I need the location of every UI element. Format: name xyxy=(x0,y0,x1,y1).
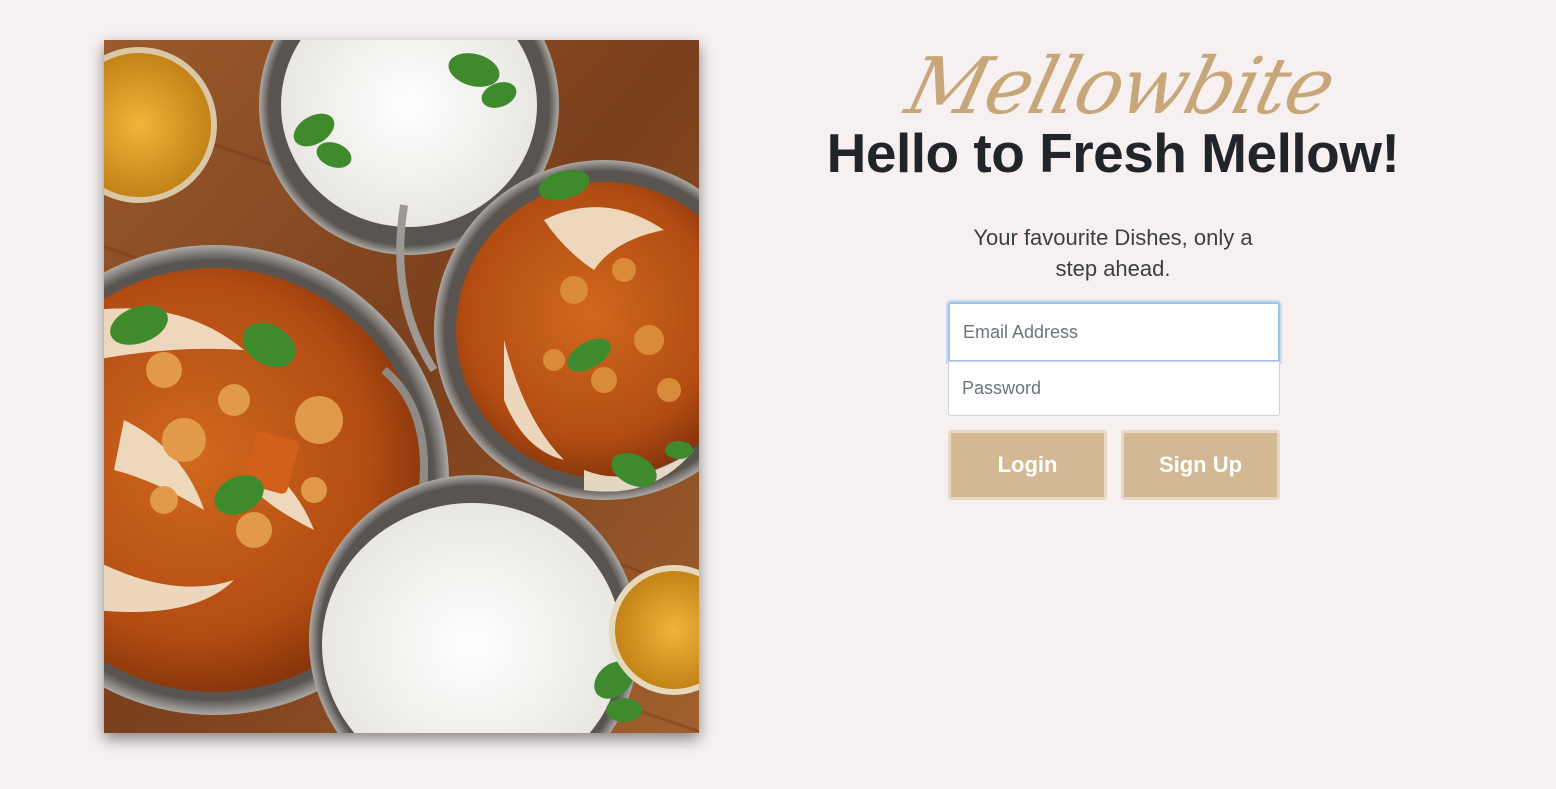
signup-button[interactable]: Sign Up xyxy=(1121,430,1280,500)
login-form xyxy=(948,302,1280,416)
login-page: Mellowbite Hello to Fresh Mellow! Your f… xyxy=(0,0,1556,789)
login-button[interactable]: Login xyxy=(948,430,1107,500)
action-buttons: Login Sign Up xyxy=(948,430,1280,500)
password-field[interactable] xyxy=(948,361,1280,416)
email-field[interactable] xyxy=(948,302,1280,362)
food-photo-illustration xyxy=(104,40,699,733)
tagline: Your favourite Dishes, only a step ahead… xyxy=(973,225,1253,281)
food-photo xyxy=(104,40,699,733)
page-title: Hello to Fresh Mellow! xyxy=(826,122,1400,184)
brand-logo: Mellowbite xyxy=(897,42,1343,132)
